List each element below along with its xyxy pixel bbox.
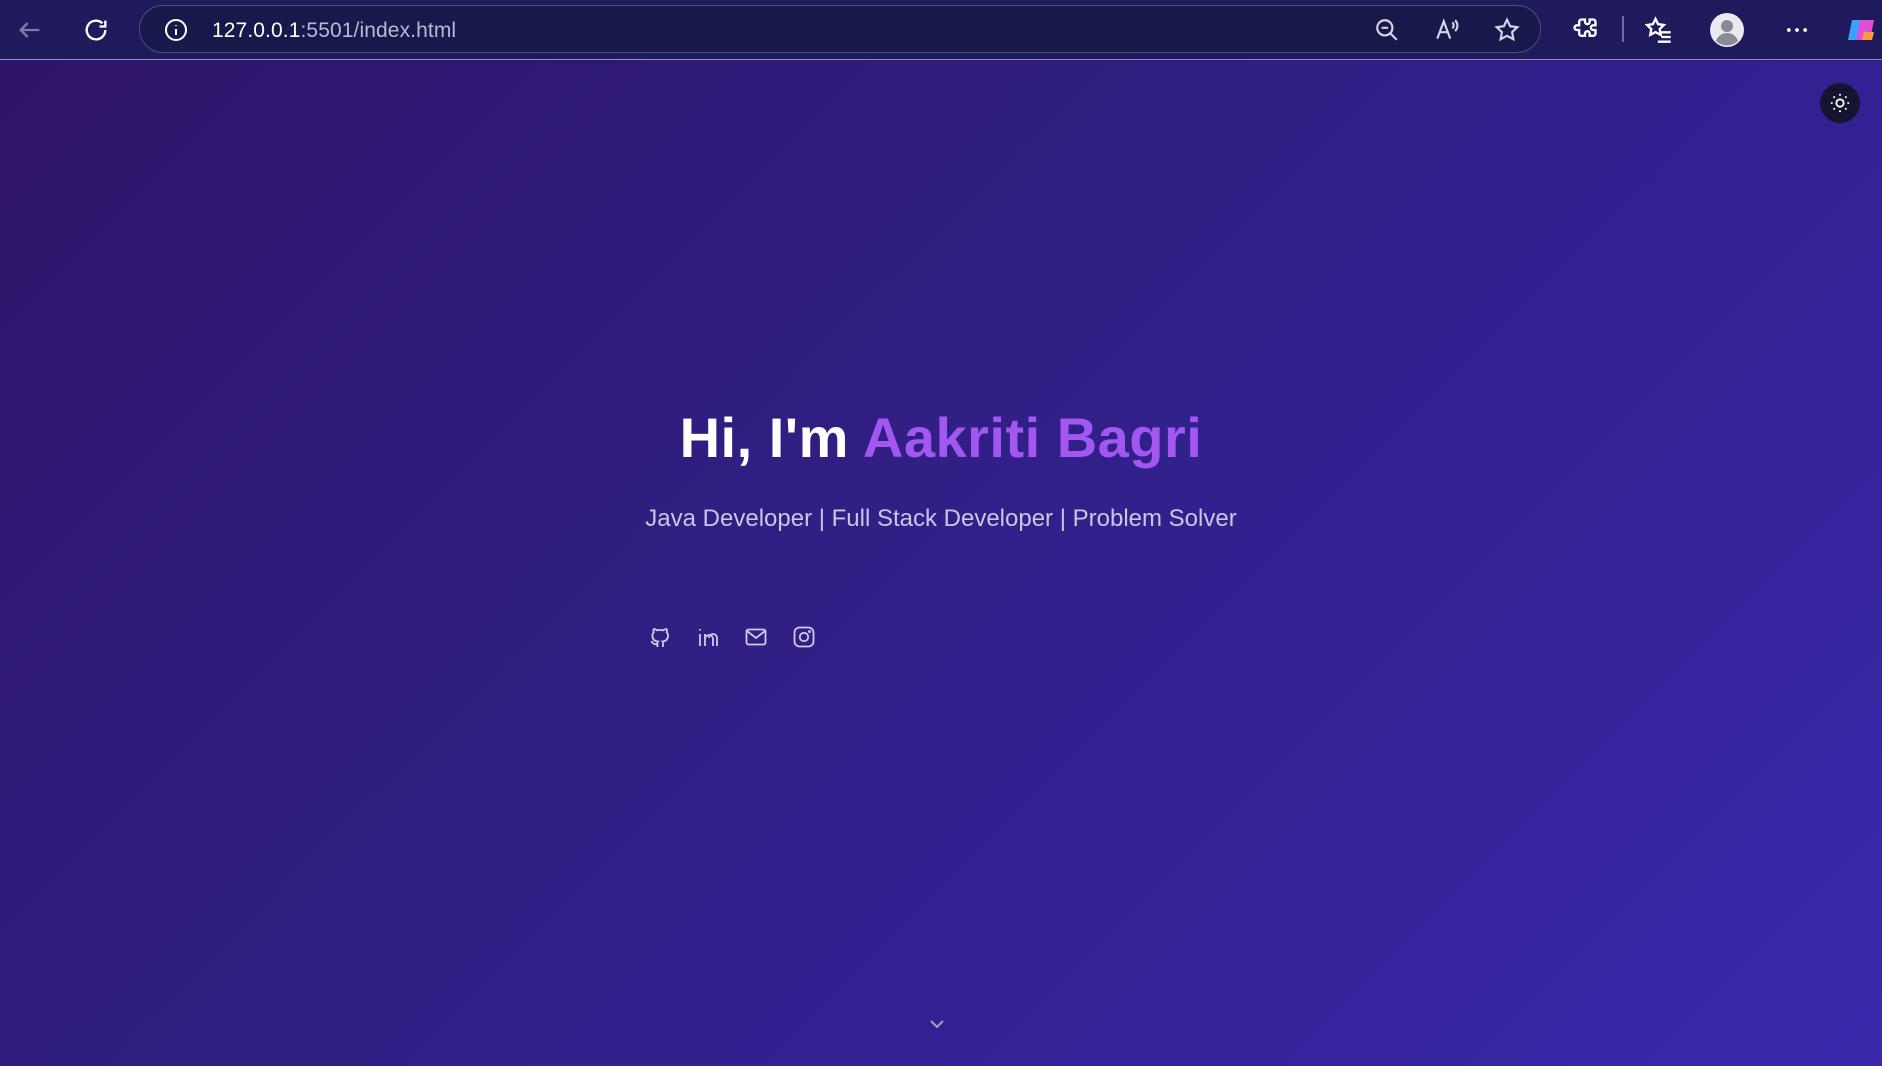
copilot-icon [1848, 20, 1874, 40]
more-button[interactable] [1775, 8, 1819, 52]
github-link[interactable] [648, 625, 672, 649]
linkedin-icon [699, 629, 718, 646]
favorites-list-icon [1645, 16, 1671, 43]
github-icon [650, 628, 669, 647]
instagram-link[interactable] [792, 625, 816, 649]
info-icon[interactable] [164, 18, 188, 42]
zoom-out-icon [1376, 19, 1398, 41]
social-links [648, 625, 816, 649]
arrow-left-icon [19, 22, 40, 38]
address-bar[interactable]: 127.0.0.1:5501/index.html [139, 5, 1541, 53]
hero-subtitle: Java Developer | Full Stack Developer | … [645, 505, 1237, 533]
url-path: :5501/index.html [300, 19, 457, 42]
read-aloud-icon [1436, 18, 1459, 40]
toolbar-divider [1622, 16, 1624, 42]
avatar-icon [1710, 13, 1744, 47]
copilot-button[interactable] [1840, 8, 1882, 52]
url-host: 127.0.0.1 [212, 19, 301, 42]
email-link[interactable] [744, 625, 768, 649]
scroll-down-button[interactable] [925, 1012, 949, 1036]
url-text[interactable]: 127.0.0.1:5501/index.html [212, 19, 456, 43]
chevron-down-icon [930, 1020, 944, 1029]
hero-name: Aakriti Bagri [862, 406, 1203, 469]
extensions-button[interactable] [1563, 8, 1607, 52]
star-icon [1494, 17, 1520, 42]
hero-greeting: Hi, I'm [679, 406, 863, 469]
sun-icon [1830, 93, 1850, 113]
favorite-button[interactable] [1494, 17, 1520, 43]
profile-button[interactable] [1705, 8, 1749, 52]
mail-icon [745, 628, 767, 646]
zoom-button[interactable] [1374, 17, 1400, 43]
linkedin-link[interactable] [696, 625, 720, 649]
hero-section: Hi, I'm Aakriti Bagri Java Developer | F… [0, 404, 1882, 534]
theme-toggle-button[interactable] [1820, 83, 1860, 123]
back-button[interactable] [8, 8, 52, 52]
portfolio-page [0, 61, 1882, 1066]
puzzle-icon [1573, 18, 1597, 37]
read-aloud-button[interactable] [1434, 17, 1460, 43]
browser-toolbar: 127.0.0.1:5501/index.html [0, 0, 1882, 60]
hero-title: Hi, I'm Aakriti Bagri [0, 404, 1882, 471]
favorites-button[interactable] [1637, 8, 1681, 52]
refresh-icon [85, 19, 107, 41]
refresh-button[interactable] [74, 8, 118, 52]
instagram-icon [793, 626, 815, 648]
more-icon [1786, 28, 1808, 32]
